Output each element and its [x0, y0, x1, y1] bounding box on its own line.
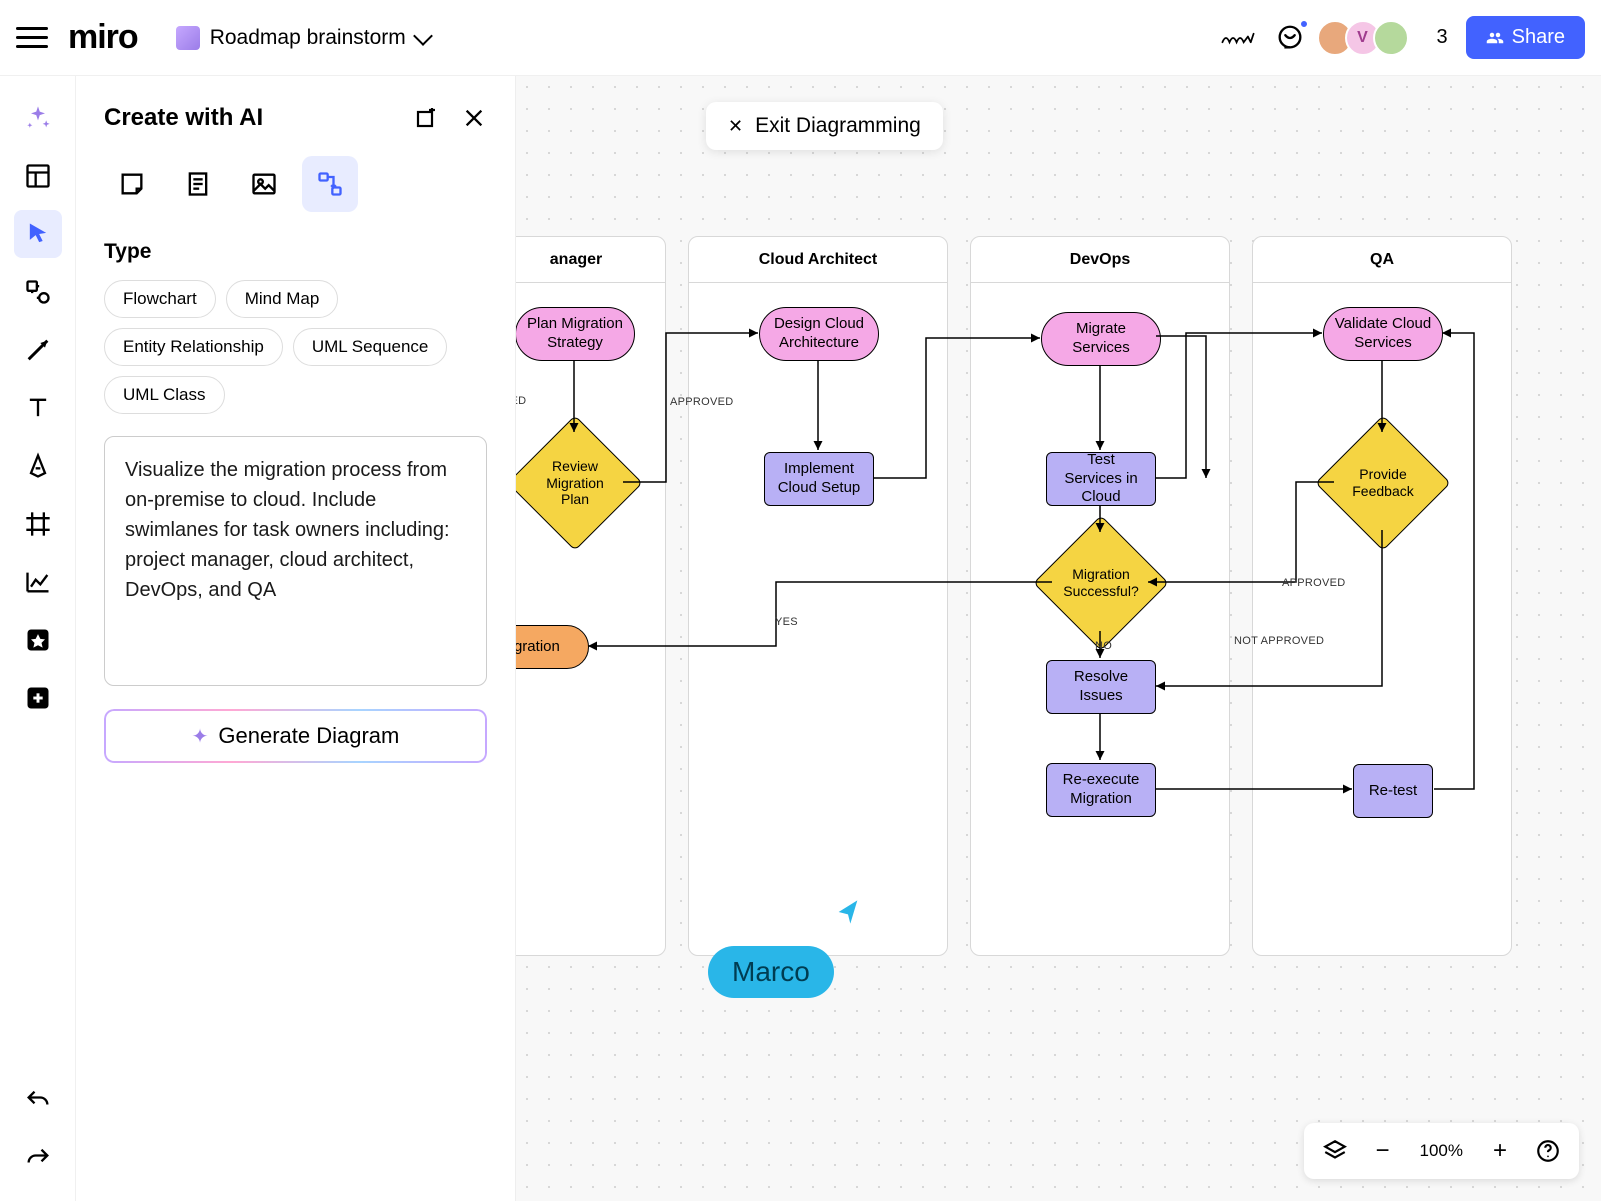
- chart-tool[interactable]: [14, 558, 62, 606]
- top-bar-right: V 3 Share: [1221, 16, 1586, 59]
- ai-sparkle-tool[interactable]: [14, 94, 62, 142]
- board-name-dropdown[interactable]: Roadmap brainstorm: [166, 20, 440, 56]
- frame-tool[interactable]: [14, 500, 62, 548]
- redo-button[interactable]: [14, 1135, 62, 1183]
- left-toolbar: [0, 76, 76, 1201]
- help-button[interactable]: [1529, 1132, 1567, 1170]
- top-bar: miro Roadmap brainstorm V 3 Share: [0, 0, 1601, 76]
- layers-button[interactable]: [1316, 1132, 1354, 1170]
- exit-diagramming-button[interactable]: ✕ Exit Diagramming: [706, 102, 943, 150]
- node-migration-end[interactable]: Migration: [516, 625, 589, 669]
- remote-cursor-label: Marco: [708, 946, 834, 998]
- node-implement-cloud[interactable]: Implement Cloud Setup: [764, 452, 874, 506]
- zoom-in-button[interactable]: +: [1481, 1132, 1519, 1170]
- chip-uml-seq[interactable]: UML Sequence: [293, 328, 448, 366]
- share-label: Share: [1512, 26, 1565, 49]
- node-plan-strategy[interactable]: Plan Migration Strategy: [516, 307, 635, 361]
- chip-mindmap[interactable]: Mind Map: [226, 280, 339, 318]
- remote-cursor-marco: Marco: [708, 946, 834, 998]
- lane-header: QA: [1253, 237, 1511, 283]
- lane-header: DevOps: [971, 237, 1229, 283]
- collaborator-count[interactable]: 3: [1437, 26, 1448, 49]
- board-thumbnail-icon: [176, 26, 200, 50]
- select-tool[interactable]: [14, 210, 62, 258]
- template-tool[interactable]: [14, 152, 62, 200]
- collaborator-avatars[interactable]: V: [1325, 20, 1409, 56]
- lane-manager[interactable]: anager Plan Migration Strategy Review Mi…: [516, 236, 666, 956]
- comments-icon[interactable]: [1273, 21, 1307, 55]
- generate-diagram-button[interactable]: ✦ Generate Diagram: [104, 709, 487, 763]
- ai-panel-title: Create with AI: [104, 104, 263, 132]
- type-section-label: Type: [104, 240, 487, 264]
- edge-label: APPROVED: [666, 394, 738, 410]
- lane-header: anager: [516, 237, 665, 283]
- text-tool[interactable]: [14, 384, 62, 432]
- share-button[interactable]: Share: [1466, 16, 1585, 59]
- chip-uml-class[interactable]: UML Class: [104, 376, 225, 414]
- chip-flowchart[interactable]: Flowchart: [104, 280, 216, 318]
- node-validate-cloud[interactable]: Validate Cloud Services: [1323, 307, 1443, 361]
- line-tool[interactable]: [14, 326, 62, 374]
- exit-label: Exit Diagramming: [755, 114, 921, 138]
- avatar[interactable]: [1373, 20, 1409, 56]
- generate-label: Generate Diagram: [218, 723, 399, 749]
- close-icon: ✕: [728, 116, 743, 137]
- node-resolve-issues[interactable]: Resolve Issues: [1046, 660, 1156, 714]
- create-with-ai-panel: Create with AI Type Flowchart Mind Map E…: [76, 76, 516, 1201]
- node-migrate-services[interactable]: Migrate Services: [1041, 312, 1161, 366]
- ai-panel-header: Create with AI: [104, 104, 487, 132]
- node-migration-successful[interactable]: Migration Successful?: [1053, 535, 1149, 631]
- ai-output-tabs: [104, 156, 487, 212]
- edge-label: NOT APPROVED: [1230, 633, 1328, 649]
- node-provide-feedback[interactable]: Provide Feedback: [1335, 435, 1431, 531]
- apps-tool[interactable]: [14, 616, 62, 664]
- node-review-plan[interactable]: Review Migration Plan: [527, 435, 623, 531]
- node-retest[interactable]: Re-test: [1353, 764, 1433, 818]
- lane-header: Cloud Architect: [689, 237, 947, 283]
- sparkle-icon: ✦: [192, 724, 209, 749]
- menu-hamburger-icon[interactable]: [16, 22, 48, 54]
- chevron-down-icon: [413, 26, 433, 46]
- ai-prompt-input[interactable]: [104, 436, 487, 686]
- close-icon[interactable]: [461, 105, 487, 131]
- swimlanes[interactable]: anager Plan Migration Strategy Review Mi…: [516, 236, 1512, 956]
- pen-tool[interactable]: [14, 442, 62, 490]
- miro-logo[interactable]: miro: [68, 18, 138, 57]
- ai-tab-sticky[interactable]: [104, 156, 160, 212]
- ai-tab-diagram[interactable]: [302, 156, 358, 212]
- zoom-controls: − 100% +: [1304, 1123, 1579, 1179]
- lane-cloud-architect[interactable]: Cloud Architect Design Cloud Architectur…: [688, 236, 948, 956]
- zoom-level[interactable]: 100%: [1412, 1141, 1471, 1161]
- canvas[interactable]: ✕ Exit Diagramming anager Plan Migration…: [516, 76, 1601, 1201]
- type-chips: Flowchart Mind Map Entity Relationship U…: [104, 280, 487, 414]
- edge-label: OVED: [516, 393, 530, 409]
- node-test-services[interactable]: Test Services in Cloud: [1046, 452, 1156, 506]
- share-icon: [1486, 29, 1504, 47]
- ai-tab-doc[interactable]: [170, 156, 226, 212]
- zoom-out-button[interactable]: −: [1364, 1132, 1402, 1170]
- edge-label: APPROVED: [1278, 575, 1350, 591]
- shapes-tool[interactable]: [14, 268, 62, 316]
- board-name: Roadmap brainstorm: [210, 26, 406, 50]
- edge-label: YES: [771, 614, 802, 630]
- expand-icon[interactable]: [413, 105, 439, 131]
- ai-tab-image[interactable]: [236, 156, 292, 212]
- undo-button[interactable]: [14, 1077, 62, 1125]
- lane-qa[interactable]: QA Validate Cloud Services Provide Feedb…: [1252, 236, 1512, 956]
- reactions-icon[interactable]: [1221, 21, 1255, 55]
- node-design-cloud[interactable]: Design Cloud Architecture: [759, 307, 879, 361]
- add-tool[interactable]: [14, 674, 62, 722]
- node-re-execute[interactable]: Re-execute Migration: [1046, 763, 1156, 817]
- lane-devops[interactable]: DevOps Migrate Services Test Services in…: [970, 236, 1230, 956]
- notification-dot-icon: [1299, 19, 1309, 29]
- edge-label: NO: [1091, 638, 1116, 654]
- chip-er[interactable]: Entity Relationship: [104, 328, 283, 366]
